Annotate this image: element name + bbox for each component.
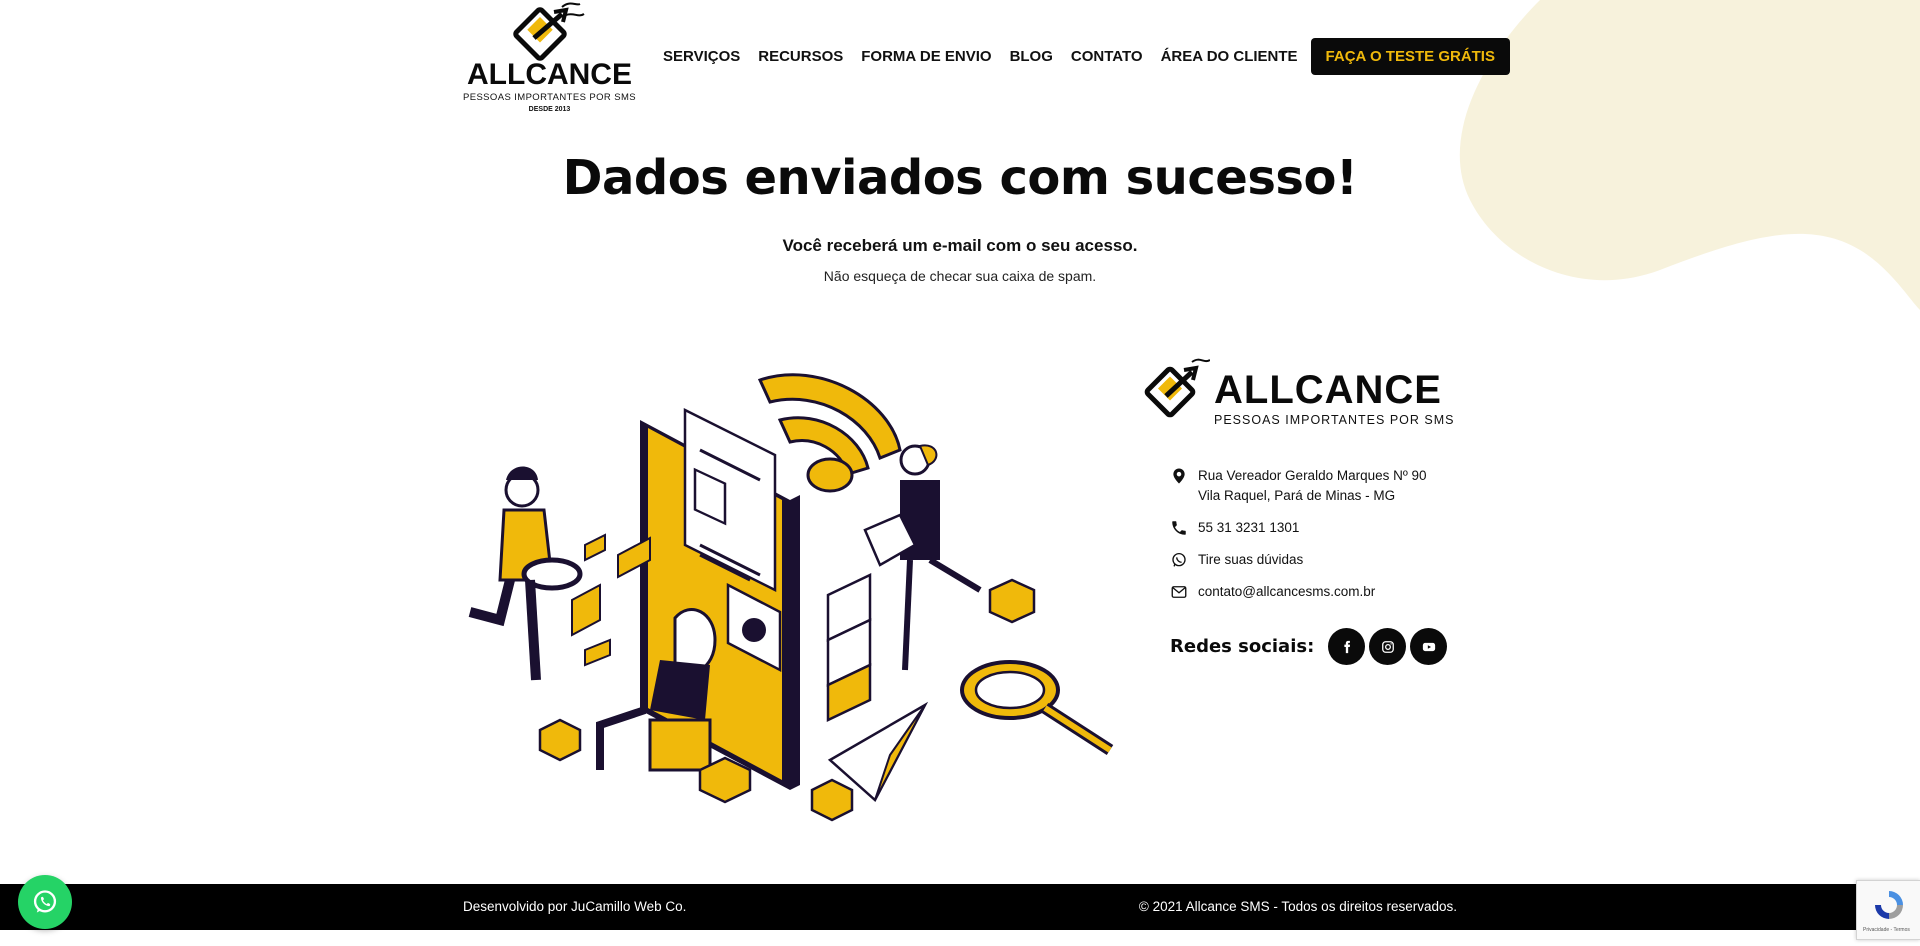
nav-item-recursos[interactable]: RECURSOS bbox=[758, 48, 843, 65]
developer-credit[interactable]: Desenvolvido por JuCamillo Web Co. bbox=[463, 899, 686, 914]
facebook-button[interactable] bbox=[1328, 628, 1366, 665]
site-footer: Desenvolvido por JuCamillo Web Co. © 202… bbox=[0, 884, 1920, 930]
success-subtitle: Você receberá um e-mail com o seu acesso… bbox=[782, 236, 1138, 255]
magnifier-illustration bbox=[960, 660, 1114, 756]
address-text: Rua Vereador Geraldo Marques Nº 90 Vila … bbox=[1198, 466, 1427, 506]
recaptcha-icon bbox=[1875, 891, 1903, 919]
logo-tagline: PESSOAS IMPORTANTES POR SMS bbox=[462, 92, 637, 103]
social-links: Redes sociais: bbox=[1170, 628, 1448, 665]
facebook-icon bbox=[1344, 640, 1350, 653]
main-nav: SERVIÇOS RECURSOS FORMA DE ENVIO BLOG CO… bbox=[654, 38, 1510, 75]
whatsapp-icon bbox=[33, 890, 57, 913]
nav-item-servicos[interactable]: SERVIÇOS bbox=[663, 48, 740, 65]
nav-item-blog[interactable]: BLOG bbox=[1010, 48, 1053, 65]
person-right-illustration bbox=[863, 444, 982, 671]
recaptcha-badge[interactable]: Privacidade - Termos bbox=[1856, 880, 1920, 940]
address-line-1: Rua Vereador Geraldo Marques Nº 90 bbox=[1198, 468, 1427, 483]
whatsapp-row[interactable]: Tire suas dúvidas bbox=[1170, 550, 1470, 570]
instagram-button[interactable] bbox=[1369, 628, 1407, 665]
contact-logo-tagline: PESSOAS IMPORTANTES POR SMS bbox=[1214, 413, 1455, 427]
contact-info: Rua Vereador Geraldo Marques Nº 90 Vila … bbox=[1170, 466, 1470, 614]
chat-bubbles-illustration bbox=[571, 533, 651, 667]
email-row[interactable]: contato@allcancesms.com.br bbox=[1170, 582, 1470, 602]
address-line-2: Vila Raquel, Pará de Minas - MG bbox=[1198, 488, 1396, 503]
person-left-illustration bbox=[468, 466, 583, 681]
phone-row[interactable]: 55 31 3231 1301 bbox=[1170, 518, 1470, 538]
address-row: Rua Vereador Geraldo Marques Nº 90 Vila … bbox=[1170, 466, 1470, 506]
nav-item-contato[interactable]: CONTATO bbox=[1071, 48, 1143, 65]
whatsapp-float-button[interactable] bbox=[18, 875, 72, 929]
wifi-icon bbox=[757, 373, 902, 493]
social-label: Redes sociais: bbox=[1170, 636, 1315, 657]
phone-icon bbox=[1172, 521, 1186, 535]
isometric-illustration-image bbox=[468, 373, 1114, 822]
copyright-text: © 2021 Allcance SMS - Todos os direitos … bbox=[1138, 899, 1457, 914]
nav-item-area-do-cliente[interactable]: ÁREA DO CLIENTE bbox=[1161, 48, 1298, 65]
mail-icon bbox=[1171, 586, 1187, 598]
heart-mail-blocks-illustration bbox=[826, 573, 872, 722]
recaptcha-links[interactable]: Privacidade - Termos bbox=[1863, 927, 1910, 933]
youtube-icon bbox=[1422, 642, 1435, 651]
free-trial-button[interactable]: FAÇA O TESTE GRÁTIS bbox=[1310, 38, 1510, 75]
site-header: ALLCANCE PESSOAS IMPORTANTES POR SMS DES… bbox=[0, 0, 1920, 120]
logo-mark-icon bbox=[1144, 358, 1210, 418]
phone-text: 55 31 3231 1301 bbox=[1198, 520, 1300, 535]
logo-since: DESDE 2013 bbox=[528, 106, 571, 113]
logo-text: ALLCANCE PESSOAS IMPORTANTES POR SMS DES… bbox=[462, 58, 637, 114]
spam-note: Não esqueça de checar sua caixa de spam. bbox=[823, 268, 1097, 284]
instagram-icon bbox=[1381, 640, 1394, 653]
contact-logo-wordmark: ALLCANCE bbox=[1214, 368, 1442, 412]
logo-wordmark: ALLCANCE bbox=[467, 58, 632, 91]
whatsapp-text: Tire suas dúvidas bbox=[1198, 552, 1304, 567]
email-text: contato@allcancesms.com.br bbox=[1198, 584, 1376, 599]
nav-item-forma-de-envio[interactable]: FORMA DE ENVIO bbox=[861, 48, 991, 65]
youtube-button[interactable] bbox=[1410, 628, 1448, 665]
whatsapp-icon bbox=[1172, 552, 1186, 567]
map-pin-icon bbox=[1173, 468, 1185, 484]
contact-logo: ALLCANCE PESSOAS IMPORTANTES POR SMS bbox=[1140, 356, 1460, 436]
page-title: Dados enviados com sucesso! bbox=[562, 150, 1358, 206]
